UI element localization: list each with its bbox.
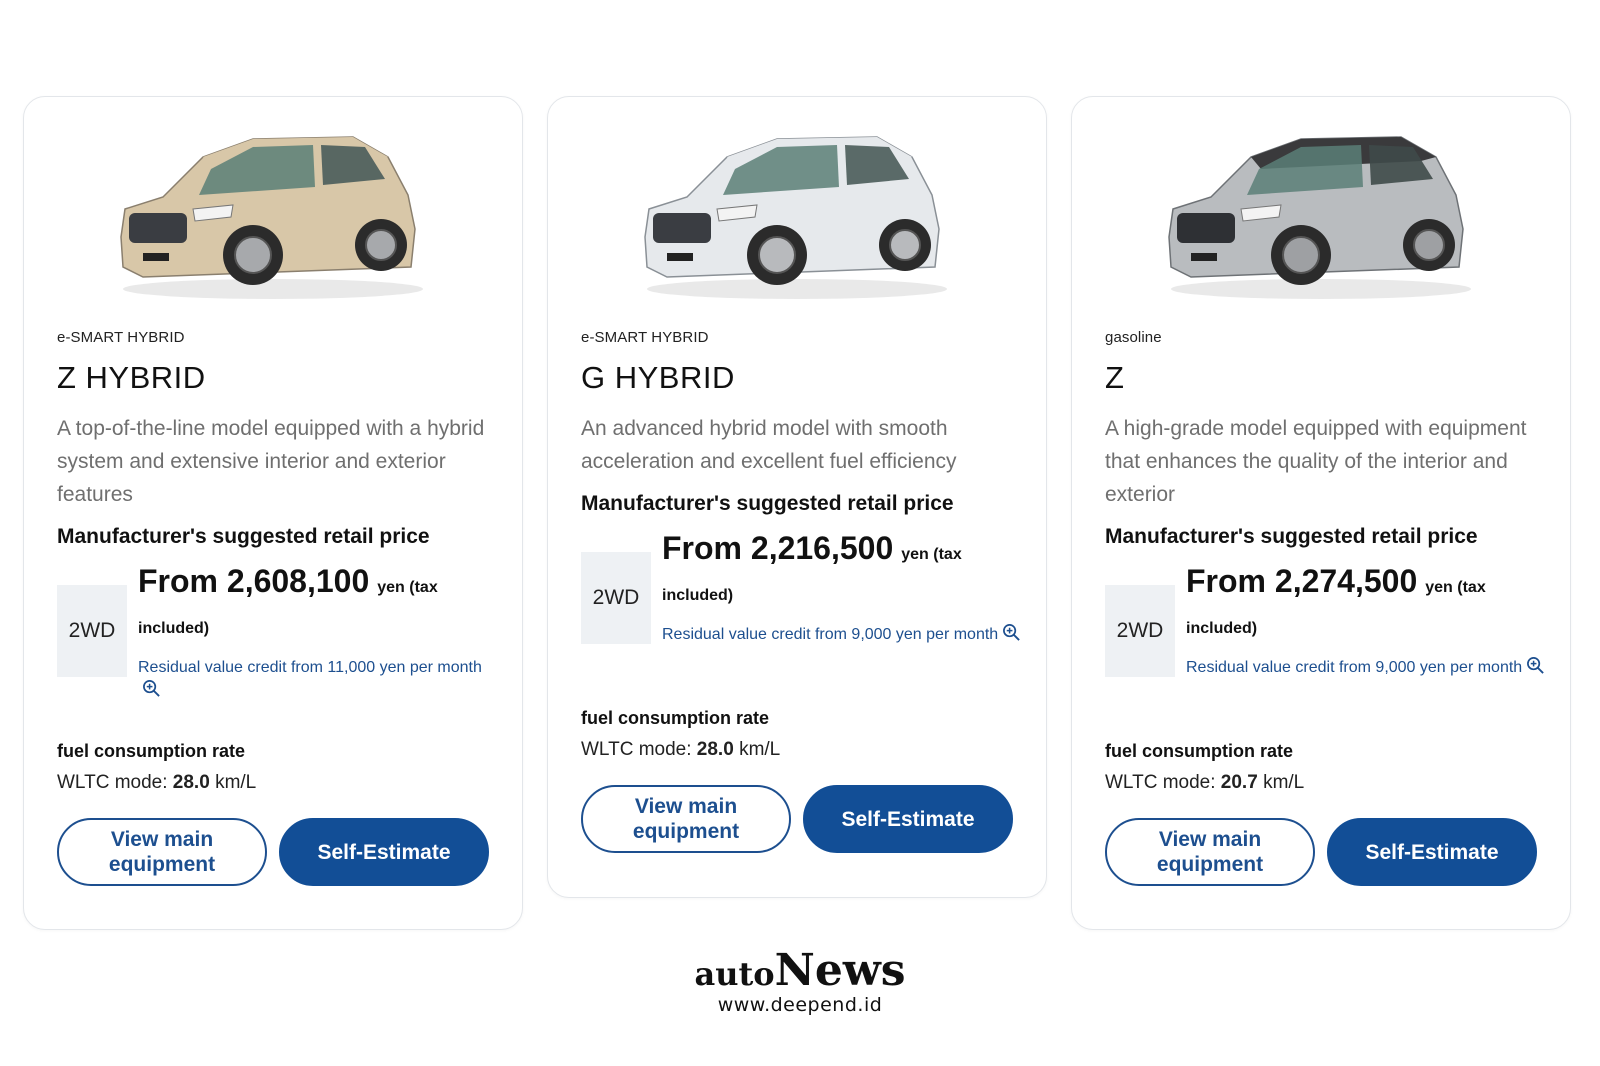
- model-name: Z HYBRID: [57, 360, 206, 395]
- model-description: A top-of-the-line model equipped with a …: [57, 417, 485, 506]
- price-amount: From 2,608,100: [138, 563, 370, 599]
- fuel-value: 20.7: [1220, 772, 1258, 793]
- card-buttons: View main equipment Self-Estimate: [57, 818, 497, 886]
- fuel-value: 28.0: [696, 739, 734, 760]
- view-main-equipment-button[interactable]: View main equipment: [57, 818, 267, 886]
- price-unit: yen (tax: [1425, 579, 1486, 596]
- card-buttons: View main equipment Self-Estimate: [581, 785, 1021, 853]
- card-content: e-SMART HYBRID G HYBRID An advanced hybr…: [581, 329, 1021, 853]
- price-heading: Manufacturer's suggested retail price: [581, 492, 954, 515]
- fuel-unit: km/L: [739, 739, 781, 760]
- fuel-heading: fuel consumption rate: [57, 741, 246, 761]
- drive-type-badge: 2WD: [1105, 585, 1175, 677]
- drive-type-badge: 2WD: [57, 585, 127, 677]
- autonews-watermark: autoNews www.deepend.id: [0, 945, 1600, 1016]
- residual-credit-text: Residual value credit from 9,000 yen per…: [662, 626, 999, 643]
- model-description: An advanced hybrid model with smooth acc…: [581, 417, 957, 473]
- engine-type: gasoline: [1105, 329, 1162, 346]
- car-image: [627, 117, 967, 307]
- card-content: e-SMART HYBRID Z HYBRID A top-of-the-lin…: [57, 329, 497, 886]
- price-column: From 2,608,100 yen (tax included) Residua…: [138, 563, 498, 702]
- residual-credit-text: Residual value credit from 9,000 yen per…: [1186, 659, 1523, 676]
- price-column: From 2,216,500 yen (tax included) Residua…: [662, 530, 1022, 646]
- price-heading: Manufacturer's suggested retail price: [57, 525, 430, 548]
- fuel-rate: WLTC mode: 28.0 km/L: [57, 772, 497, 794]
- price-unit: yen (tax: [901, 546, 962, 563]
- car-illustration: [120, 136, 423, 299]
- residual-credit-link[interactable]: Residual value credit from 9,000 yen per…: [662, 623, 1022, 646]
- brand-name-auto: auto: [694, 955, 775, 993]
- price-column: From 2,274,500 yen (tax included) Residua…: [1186, 563, 1546, 679]
- stage: e-SMART HYBRID Z HYBRID A top-of-the-lin…: [0, 0, 1600, 1066]
- engine-type: e-SMART HYBRID: [57, 329, 185, 346]
- price-row: 2WD From 2,274,500 yen (tax included) Res…: [1105, 563, 1545, 741]
- zoom-in-icon[interactable]: [1002, 623, 1021, 642]
- price-row: 2WD From 2,216,500 yen (tax included) Res…: [581, 530, 1021, 708]
- car-illustration: [644, 136, 947, 299]
- self-estimate-button[interactable]: Self-Estimate: [803, 785, 1013, 853]
- price-amount: From 2,216,500: [662, 530, 894, 566]
- model-description: A high-grade model equipped with equipme…: [1105, 417, 1527, 506]
- brand-name-news: News: [774, 945, 906, 996]
- car-image: [103, 117, 443, 307]
- fuel-heading: fuel consumption rate: [1105, 741, 1294, 761]
- view-main-equipment-button[interactable]: View main equipment: [581, 785, 791, 853]
- price-value: From 2,216,500 yen (tax: [662, 530, 1022, 567]
- zoom-in-icon[interactable]: [1526, 656, 1545, 675]
- zoom-in-icon[interactable]: [142, 679, 161, 698]
- fuel-value: 28.0: [172, 772, 210, 793]
- price-value: From 2,274,500 yen (tax: [1186, 563, 1546, 600]
- model-name: G HYBRID: [581, 360, 735, 395]
- grade-card-z: gasoline Z A high-grade model equipped w…: [1071, 96, 1571, 930]
- price-tax-note: included): [138, 620, 210, 637]
- price-row: 2WD From 2,608,100 yen (tax included) Res…: [57, 563, 497, 741]
- card-content: gasoline Z A high-grade model equipped w…: [1105, 329, 1545, 886]
- car-image: [1151, 117, 1491, 307]
- price-tax-note: included): [1186, 620, 1258, 637]
- grade-card-z-hybrid: e-SMART HYBRID Z HYBRID A top-of-the-lin…: [23, 96, 523, 930]
- brand-logo: autoNews: [0, 945, 1600, 996]
- engine-type: e-SMART HYBRID: [581, 329, 709, 346]
- fuel-heading: fuel consumption rate: [581, 708, 770, 728]
- price-tax-note: included): [662, 587, 734, 604]
- fuel-mode-label: WLTC mode:: [581, 739, 692, 760]
- self-estimate-button[interactable]: Self-Estimate: [1327, 818, 1537, 886]
- residual-credit-text: Residual value credit from 11,000 yen pe…: [138, 659, 482, 676]
- brand-url: www.deepend.id: [717, 994, 883, 1016]
- fuel-rate: WLTC mode: 20.7 km/L: [1105, 772, 1545, 794]
- price-heading: Manufacturer's suggested retail price: [1105, 525, 1478, 548]
- car-illustration: [1168, 136, 1471, 299]
- fuel-unit: km/L: [1263, 772, 1305, 793]
- drive-type-badge: 2WD: [581, 552, 651, 644]
- fuel-mode-label: WLTC mode:: [1105, 772, 1216, 793]
- view-main-equipment-button[interactable]: View main equipment: [1105, 818, 1315, 886]
- fuel-mode-label: WLTC mode:: [57, 772, 168, 793]
- residual-credit-link[interactable]: Residual value credit from 9,000 yen per…: [1186, 656, 1546, 679]
- model-name: Z: [1105, 360, 1125, 395]
- price-unit: yen (tax: [377, 579, 438, 596]
- fuel-unit: km/L: [215, 772, 257, 793]
- price-value: From 2,608,100 yen (tax: [138, 563, 498, 600]
- residual-credit-link[interactable]: Residual value credit from 11,000 yen pe…: [138, 656, 498, 702]
- card-buttons: View main equipment Self-Estimate: [1105, 818, 1545, 886]
- fuel-rate: WLTC mode: 28.0 km/L: [581, 739, 1021, 761]
- price-amount: From 2,274,500: [1186, 563, 1418, 599]
- self-estimate-button[interactable]: Self-Estimate: [279, 818, 489, 886]
- grade-card-g-hybrid: e-SMART HYBRID G HYBRID An advanced hybr…: [547, 96, 1047, 898]
